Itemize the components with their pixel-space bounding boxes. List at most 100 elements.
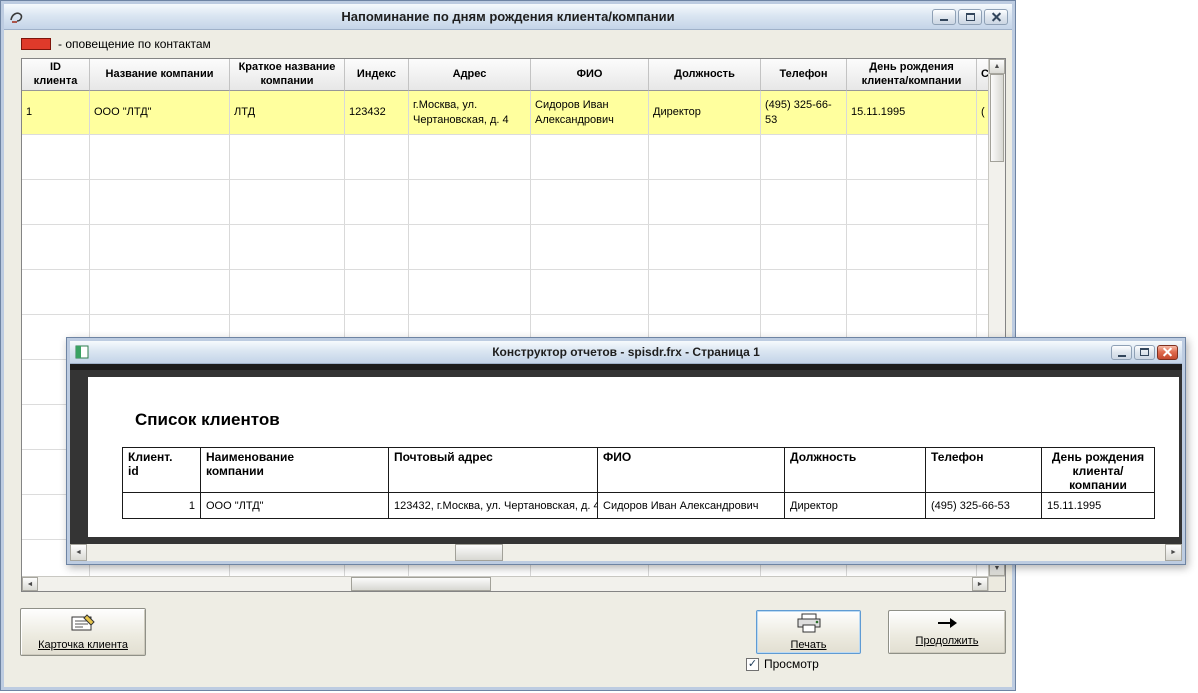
table-row[interactable] xyxy=(22,270,988,315)
grid-cell xyxy=(22,135,90,179)
continue-label: Продолжить xyxy=(916,635,979,647)
print-button[interactable]: Печать xyxy=(756,610,861,654)
report-horizontal-scrollbar[interactable]: ◄ ► xyxy=(70,544,1182,561)
close-button[interactable] xyxy=(984,9,1008,25)
table-row[interactable] xyxy=(22,225,988,270)
checkbox-checked-icon: ✓ xyxy=(746,658,759,671)
report-cell-birthday: 15.11.1995 xyxy=(1042,493,1154,518)
app-icon xyxy=(9,9,25,25)
report-col-fio: ФИО xyxy=(598,448,785,492)
report-col-company: Наименование компании xyxy=(201,448,389,492)
vertical-scroll-thumb[interactable] xyxy=(990,74,1004,162)
scroll-right-button[interactable]: ► xyxy=(972,577,988,591)
grid-cell xyxy=(649,225,761,269)
report-scroll-track[interactable] xyxy=(87,544,1165,561)
column-header-position[interactable]: Должность xyxy=(649,59,761,91)
report-col-phone: Телефон xyxy=(926,448,1042,492)
column-header-address[interactable]: Адрес xyxy=(409,59,531,91)
horizontal-scroll-track[interactable] xyxy=(38,577,972,591)
continue-button[interactable]: Продолжить xyxy=(888,610,1006,654)
client-card-button[interactable]: Карточка клиента xyxy=(20,608,146,656)
window-controls xyxy=(932,9,1008,25)
column-header-fio[interactable]: ФИО xyxy=(531,59,649,91)
maximize-icon xyxy=(966,13,975,21)
minimize-icon xyxy=(940,19,948,21)
report-col-address: Почтовый адрес xyxy=(389,448,598,492)
report-scroll-left-button[interactable]: ◄ xyxy=(70,544,87,561)
report-page: Список клиентов Клиент. id Наименование … xyxy=(88,377,1179,537)
client-card-label: Карточка клиента xyxy=(38,639,128,651)
cell-index: 123432 xyxy=(345,91,409,134)
legend: - оповещение по контактам xyxy=(21,37,211,51)
cell-fio: Сидоров Иван Александрович xyxy=(531,91,649,134)
table-row[interactable] xyxy=(22,180,988,225)
print-label: Печать xyxy=(790,639,826,651)
scroll-up-button[interactable]: ▲ xyxy=(989,59,1005,74)
maximize-icon xyxy=(1140,348,1149,356)
main-titlebar[interactable]: Напоминание по дням рождения клиента/ком… xyxy=(4,4,1012,30)
report-titlebar[interactable]: Конструктор отчетов - spisdr.frx - Стран… xyxy=(70,341,1182,364)
grid-cell xyxy=(531,135,649,179)
column-header-shortname[interactable]: Краткое название компании xyxy=(230,59,345,91)
minimize-button[interactable] xyxy=(932,9,956,25)
grid-cell xyxy=(345,225,409,269)
minimize-icon xyxy=(1118,355,1126,357)
arrow-right-icon xyxy=(936,617,958,632)
grid-cell xyxy=(345,180,409,224)
column-header-index[interactable]: Индекс xyxy=(345,59,409,91)
report-cell-address: 123432, г.Москва, ул. Чертановская, д. 4 xyxy=(389,493,598,518)
report-close-button[interactable] xyxy=(1157,345,1178,360)
grid-cell xyxy=(409,180,531,224)
report-col-birthday: День рождения клиента/ компании xyxy=(1042,448,1154,492)
grid-cell xyxy=(649,180,761,224)
grid-cell xyxy=(230,180,345,224)
grid-cell xyxy=(531,270,649,314)
grid-cell xyxy=(847,270,977,314)
grid-cell xyxy=(230,225,345,269)
grid-cell xyxy=(22,270,90,314)
table-row[interactable] xyxy=(22,135,988,180)
report-minimize-button[interactable] xyxy=(1111,345,1132,360)
horizontal-scroll-thumb[interactable] xyxy=(351,577,491,591)
column-header-phone[interactable]: Телефон xyxy=(761,59,847,91)
grid-cell xyxy=(761,270,847,314)
report-header-row: Клиент. id Наименование компании Почтовы… xyxy=(123,448,1154,493)
close-icon xyxy=(1162,347,1173,358)
cell-address: г.Москва, ул. Чертановская, д. 4 xyxy=(409,91,531,134)
grid-cell xyxy=(761,225,847,269)
grid-cell xyxy=(22,225,90,269)
grid-cell xyxy=(977,225,988,269)
report-cell-id: 1 xyxy=(123,493,201,518)
column-header-company[interactable]: Название компании xyxy=(90,59,230,91)
scroll-left-button[interactable]: ◄ xyxy=(22,577,38,591)
grid-cell xyxy=(409,225,531,269)
report-preview-area: Список клиентов Клиент. id Наименование … xyxy=(70,364,1182,561)
report-data-row: 1 ООО "ЛТД" 123432, г.Москва, ул. Чертан… xyxy=(123,493,1154,518)
report-scroll-right-button[interactable]: ► xyxy=(1165,544,1182,561)
printer-icon xyxy=(796,613,822,636)
report-scroll-thumb[interactable] xyxy=(455,544,503,561)
grid-cell xyxy=(847,135,977,179)
column-header-id[interactable]: ID клиента xyxy=(22,59,90,91)
preview-checkbox[interactable]: ✓ Просмотр xyxy=(746,657,819,671)
report-cell-phone: (495) 325-66-53 xyxy=(926,493,1042,518)
grid-cell xyxy=(761,135,847,179)
grid-cell xyxy=(345,270,409,314)
grid-cell xyxy=(847,180,977,224)
report-window-controls xyxy=(1111,345,1178,360)
grid-cell xyxy=(977,180,988,224)
report-designer-window: Конструктор отчетов - spisdr.frx - Стран… xyxy=(66,337,1186,565)
grid-header-row: ID клиента Название компании Краткое наз… xyxy=(22,59,988,91)
grid-cell xyxy=(90,135,230,179)
horizontal-scrollbar[interactable]: ◄ ► xyxy=(22,577,988,591)
report-maximize-button[interactable] xyxy=(1134,345,1155,360)
column-header-partial[interactable]: С xyxy=(977,59,988,91)
grid-cell xyxy=(90,180,230,224)
legend-color-swatch xyxy=(21,38,51,50)
preview-label: Просмотр xyxy=(764,657,819,671)
column-header-birthday[interactable]: День рождения клиента/компании xyxy=(847,59,977,91)
grid-cell xyxy=(409,270,531,314)
report-window-title: Конструктор отчетов - spisdr.frx - Стран… xyxy=(70,345,1182,359)
maximize-button[interactable] xyxy=(958,9,982,25)
table-row-selected[interactable]: 1 ООО "ЛТД" ЛТД 123432 г.Москва, ул. Чер… xyxy=(22,91,988,135)
